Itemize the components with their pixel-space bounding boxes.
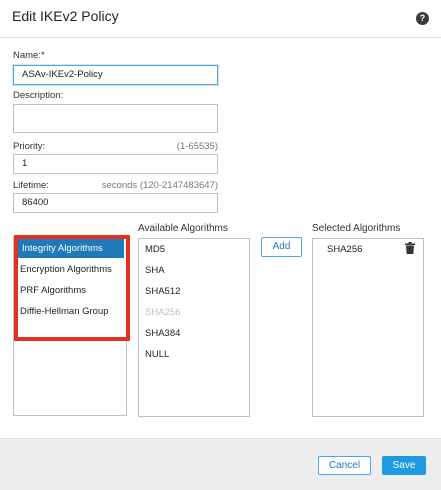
- description-label: Description:: [13, 90, 64, 101]
- cancel-button[interactable]: Cancel: [318, 456, 371, 475]
- priority-label: Priority:: [13, 141, 46, 152]
- trash-icon[interactable]: [405, 242, 415, 254]
- available-item-sha256: SHA256: [145, 307, 181, 318]
- priority-range-hint: (1-65535): [176, 141, 218, 152]
- annotation-highlight-box: [14, 235, 130, 341]
- dialog-footer: Cancel Save: [0, 438, 441, 490]
- selected-algorithms-list: SHA256: [312, 238, 424, 417]
- available-item-sha512[interactable]: SHA512: [139, 282, 249, 301]
- edit-ikev2-policy-dialog: Edit IKEv2 Policy ? Name:* ASAv-IKEv2-Po…: [0, 0, 441, 490]
- help-icon[interactable]: ?: [416, 12, 429, 25]
- save-button[interactable]: Save: [382, 456, 426, 475]
- name-input[interactable]: ASAv-IKEv2-Policy: [13, 65, 218, 85]
- available-item-null[interactable]: NULL: [139, 345, 249, 364]
- lifetime-input[interactable]: 86400: [13, 193, 218, 213]
- available-item-sha[interactable]: SHA: [139, 261, 249, 280]
- available-algorithms-list: MD5 SHA SHA512 SHA256 SHA384 NULL: [138, 238, 250, 417]
- name-label: Name:*: [13, 50, 45, 61]
- selected-algorithms-title: Selected Algorithms: [312, 223, 401, 234]
- dialog-title: Edit IKEv2 Policy: [12, 8, 119, 24]
- available-algorithms-title: Available Algorithms: [138, 223, 228, 234]
- dialog-header: Edit IKEv2 Policy ?: [0, 0, 441, 38]
- priority-input[interactable]: 1: [13, 154, 218, 174]
- available-item-md5[interactable]: MD5: [139, 240, 249, 259]
- lifetime-label: Lifetime:: [13, 180, 49, 191]
- lifetime-range-hint: seconds (120-2147483647): [101, 180, 218, 191]
- add-button[interactable]: Add: [261, 237, 302, 257]
- available-item-sha384[interactable]: SHA384: [139, 324, 249, 343]
- description-textarea[interactable]: [13, 104, 218, 133]
